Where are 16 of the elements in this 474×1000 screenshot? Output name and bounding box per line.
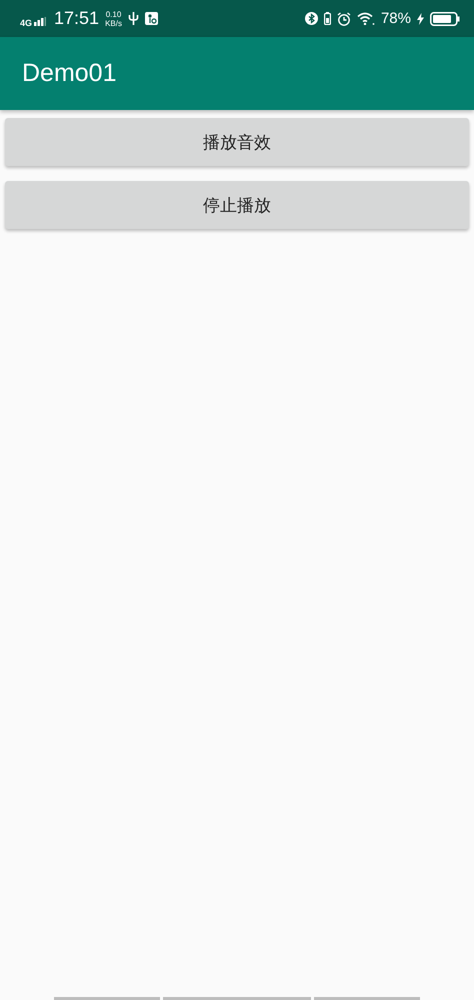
alarm-icon (336, 12, 351, 26)
signal-icon (34, 17, 46, 26)
battery-icon (430, 12, 460, 26)
app-notification-icon (144, 12, 158, 25)
battery-small-icon (324, 12, 331, 25)
clock: 17:51 (54, 8, 100, 29)
usb-icon (128, 12, 139, 25)
battery-percent: 78% (380, 10, 411, 27)
app-title: Demo01 (22, 59, 116, 88)
network-type: 4G (20, 18, 32, 28)
speed-value: 0.10 (106, 10, 122, 18)
wifi-icon (356, 12, 375, 25)
bluetooth-icon (304, 12, 318, 25)
action-button[interactable]: 停止播放 (5, 181, 469, 229)
speed-unit: KB/s (105, 18, 122, 28)
action-button[interactable]: 播放音效 (5, 118, 469, 166)
